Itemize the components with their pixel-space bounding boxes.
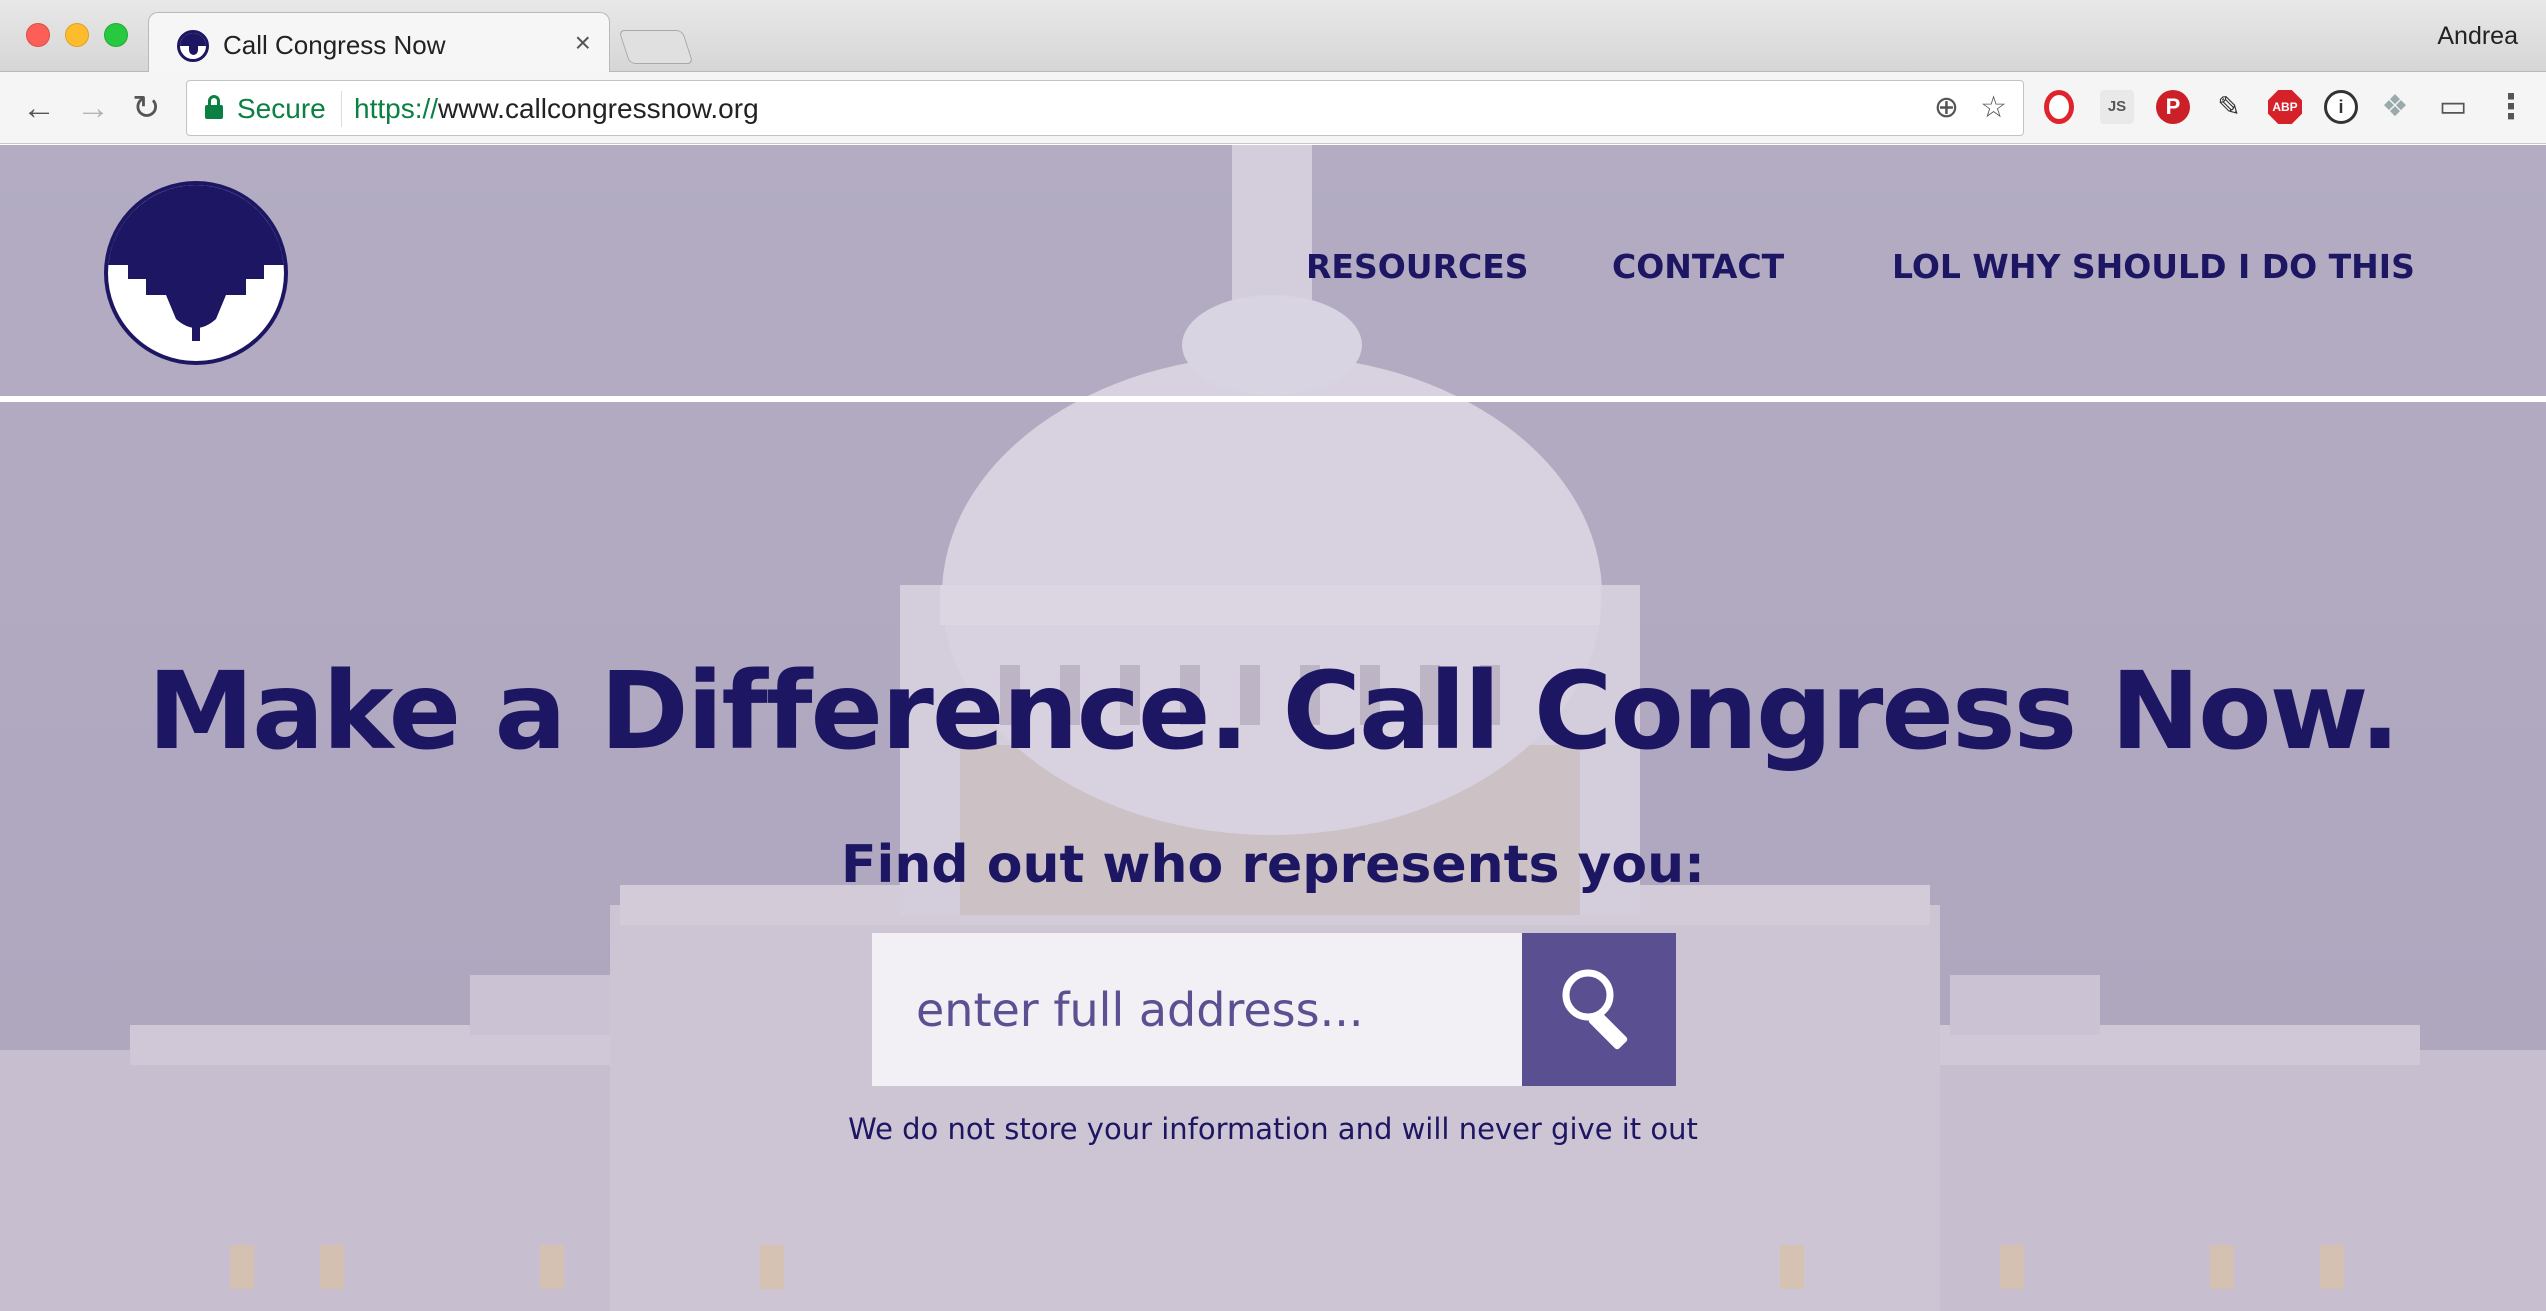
nav-link-resources[interactable]: RESOURCES [1306, 247, 1529, 286]
url-text[interactable]: https://www.callcongressnow.org [354, 93, 759, 125]
info-extension-icon[interactable]: i [2324, 90, 2358, 124]
bookmark-star-icon[interactable]: ☆ [1980, 91, 2007, 125]
tab-close-icon[interactable]: × [575, 27, 591, 59]
javascript-extension-icon[interactable]: JS [2100, 90, 2134, 124]
cast-icon[interactable]: ▭ [2436, 90, 2470, 124]
browser-tab-active[interactable]: Call Congress Now × [148, 12, 610, 74]
url-scheme: https:// [354, 93, 439, 124]
address-bar[interactable]: Secure https://www.callcongressnow.org ⊕… [186, 80, 2024, 136]
zoom-icon[interactable]: ⊕ [1934, 91, 1959, 125]
tab-title: Call Congress Now [223, 30, 446, 60]
secure-label: Secure [237, 93, 326, 124]
lock-icon [205, 95, 223, 119]
profile-name[interactable]: Andrea [2437, 22, 2518, 51]
opera-extension-icon[interactable] [2044, 90, 2074, 124]
privacy-disclaimer: We do not store your information and wil… [848, 1112, 1698, 1146]
dropbox-extension-icon[interactable]: ❖ [2378, 90, 2412, 124]
page-viewport: RESOURCES CONTACT LOL WHY SHOULD I DO TH… [0, 145, 2546, 1311]
chrome-menu-icon[interactable]: ⋮ [2494, 90, 2528, 124]
pinterest-extension-icon[interactable]: P [2156, 90, 2190, 124]
eyedropper-extension-icon[interactable]: ✎ [2212, 90, 2246, 124]
address-search-input[interactable] [872, 933, 1522, 1086]
hero-subhead: Find out who represents you: [841, 835, 1705, 895]
window-maximize-button[interactable] [104, 23, 128, 47]
reload-icon[interactable]: ↻ [132, 88, 161, 128]
header-divider [0, 396, 2546, 402]
browser-toolbar: ← → ↻ Secure https://www.callcongressnow… [0, 72, 2546, 144]
new-tab-button[interactable] [618, 30, 694, 64]
forward-arrow-icon[interactable]: → [76, 88, 110, 128]
nav-link-why[interactable]: LOL WHY SHOULD I DO THIS [1892, 247, 2415, 286]
window-minimize-button[interactable] [65, 23, 89, 47]
site-nav: RESOURCES CONTACT LOL WHY SHOULD I DO TH… [1246, 247, 2546, 287]
browser-title-bar: Call Congress Now × Andrea [0, 0, 2546, 74]
back-arrow-icon[interactable]: ← [22, 88, 56, 128]
site-favicon-icon [177, 30, 209, 62]
magnifier-icon [1562, 969, 1628, 1050]
site-logo[interactable] [104, 181, 288, 365]
window-close-button[interactable] [26, 23, 50, 47]
capitol-dome-logo-icon [108, 185, 284, 341]
address-search-button[interactable] [1522, 933, 1676, 1086]
hero-headline: Make a Difference. Call Congress Now. [147, 650, 2401, 774]
address-separator [341, 91, 342, 127]
url-host: www.callcongressnow.org [438, 93, 759, 124]
adblock-plus-extension-icon[interactable]: ABP [2268, 90, 2302, 124]
nav-link-contact[interactable]: CONTACT [1612, 247, 1784, 286]
